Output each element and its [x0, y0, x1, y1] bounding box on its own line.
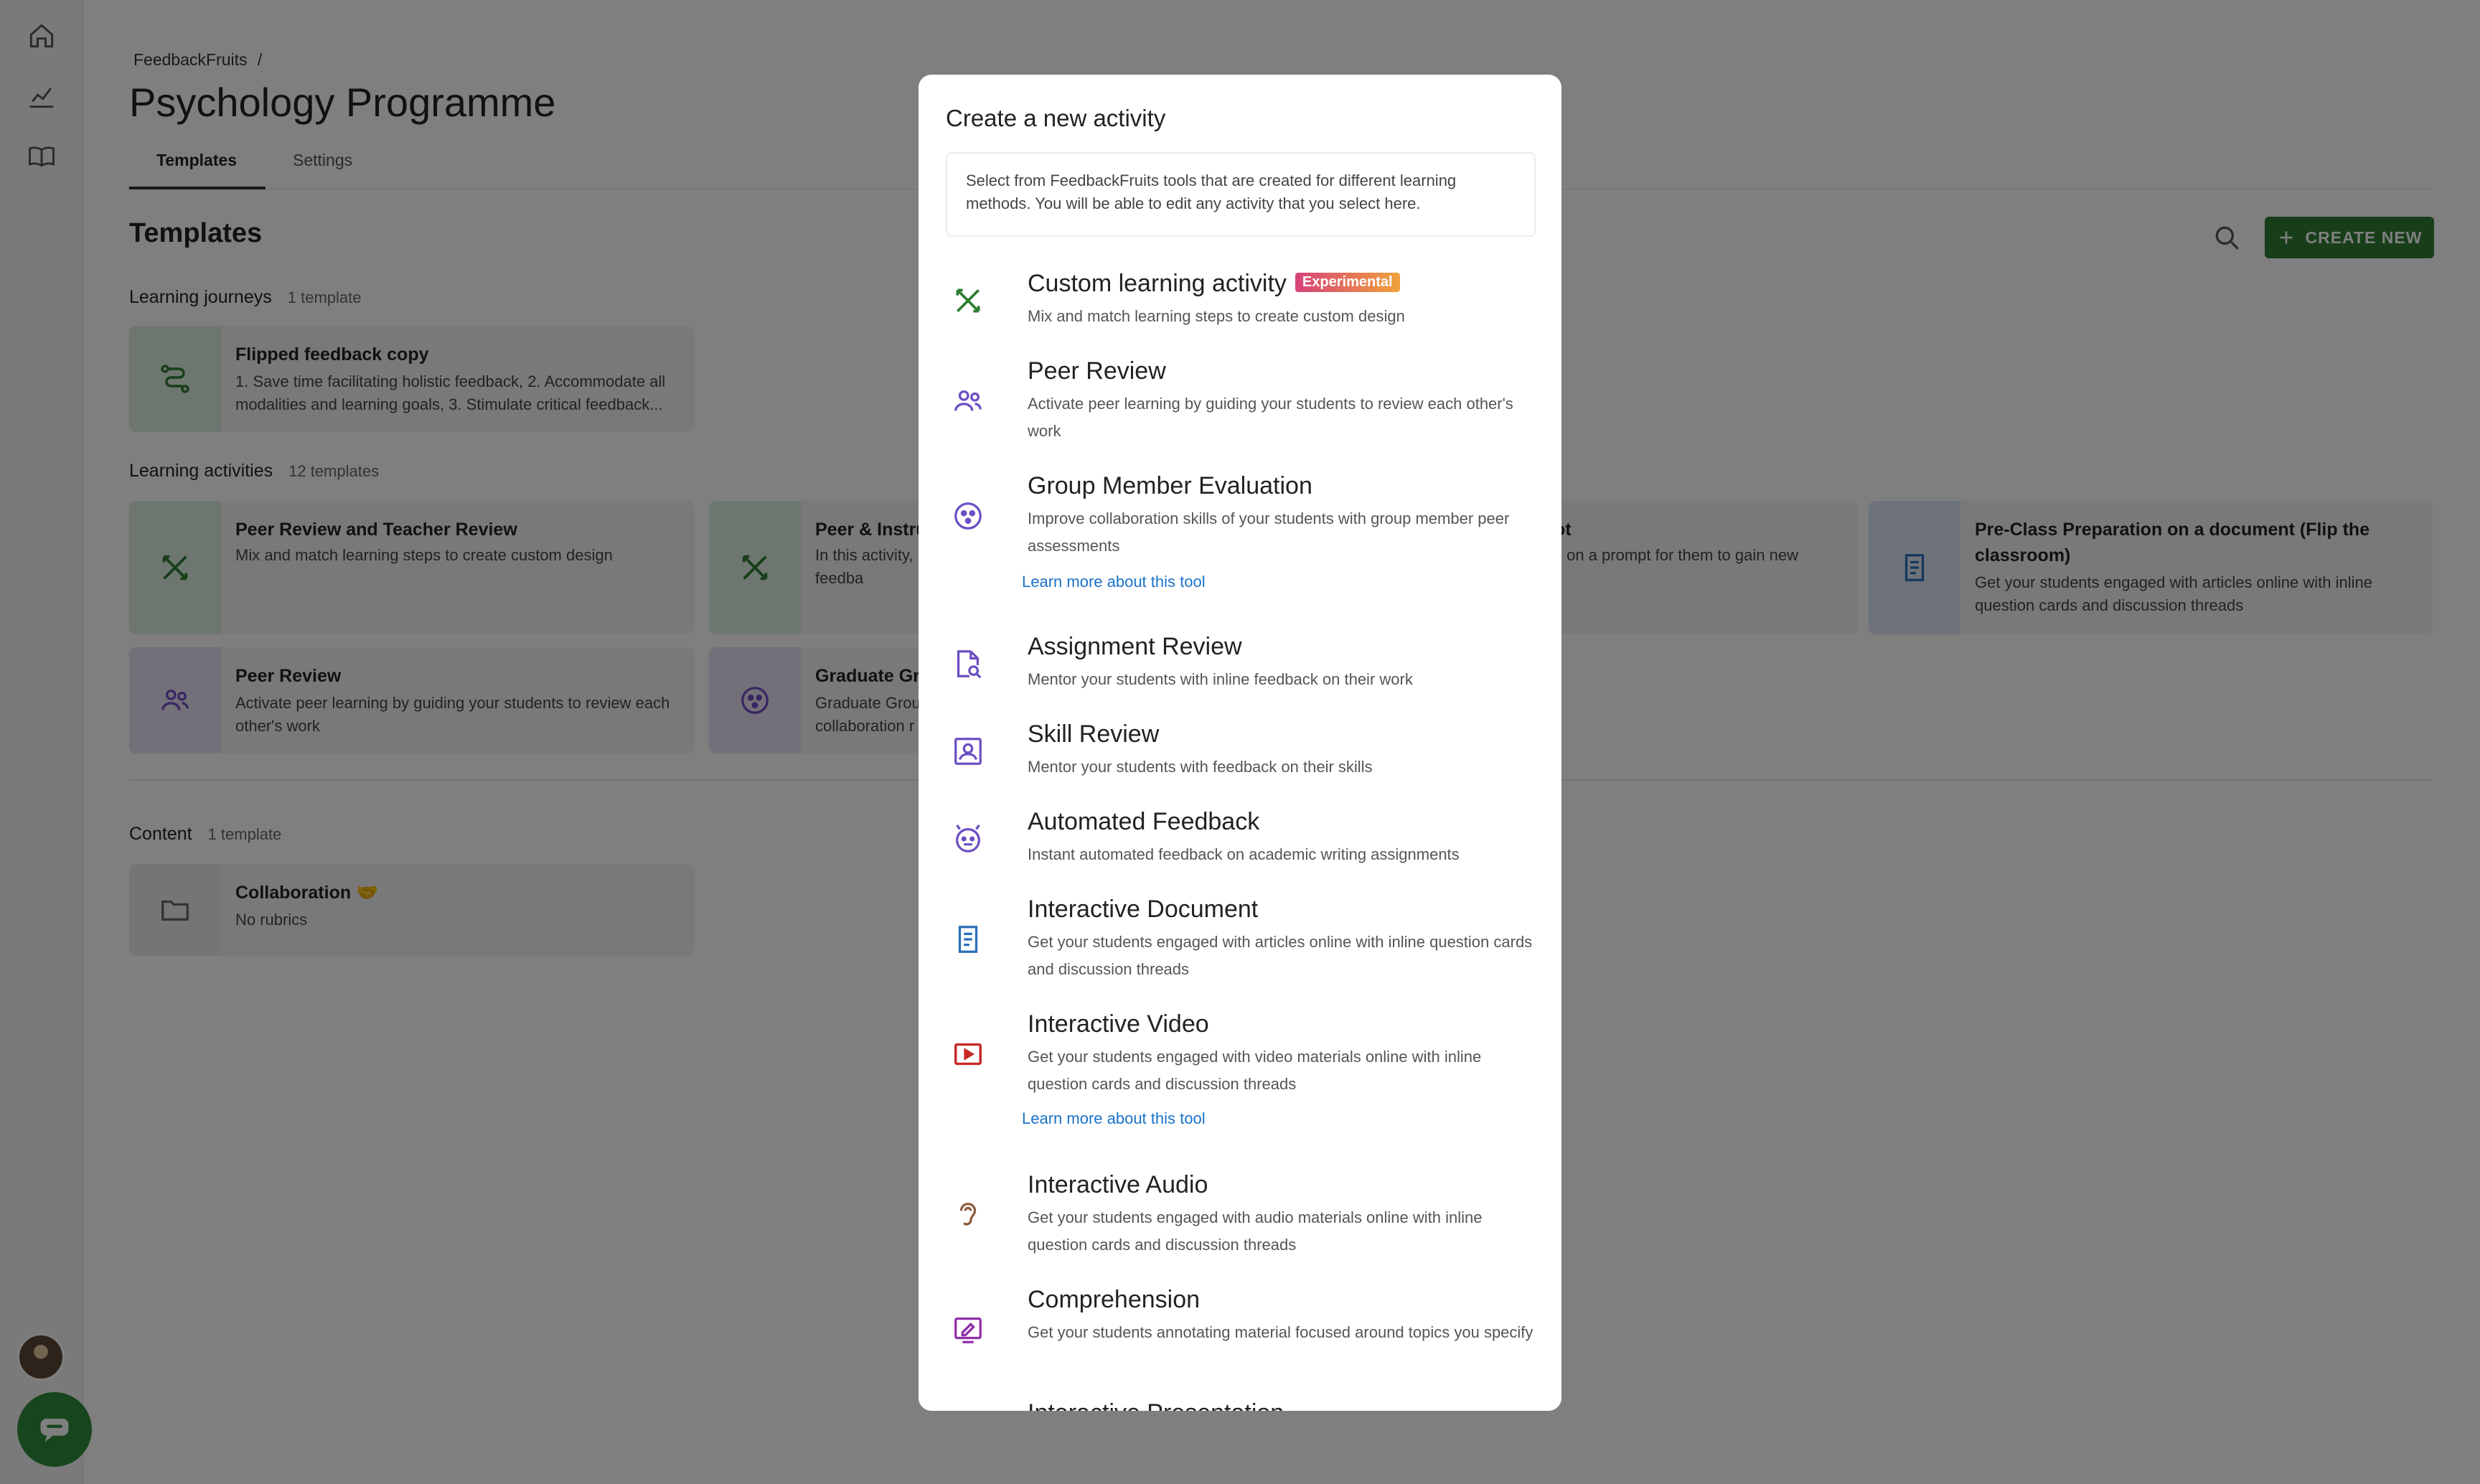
tool-automated-feedback[interactable]: Automated Feedback Instant automated fee…	[944, 808, 1540, 873]
tool-description: Improve collaboration skills of your stu…	[1028, 509, 1510, 555]
tool-description: Mentor your students with inline feedbac…	[1028, 670, 1413, 688]
learn-more-link[interactable]: Learn more about this tool	[1022, 1109, 1206, 1128]
dialog-title: Create a new activity	[946, 105, 1166, 131]
tool-custom-learning-activity[interactable]: Custom learning activity Experimental Mix…	[944, 270, 1540, 334]
automated-feedback-icon	[944, 815, 992, 863]
tool-interactive-presentation[interactable]: Interactive Presentation	[944, 1399, 1540, 1411]
tool-description: Activate peer learning by guiding your s…	[1028, 395, 1513, 440]
dialog-intro: Select from FeedbackFruits tools that ar…	[946, 152, 1536, 237]
tool-description: Mix and match learning steps to create c…	[1028, 307, 1405, 325]
tool-name: Comprehension	[1028, 1286, 1201, 1313]
tool-description: Get your students engaged with video mat…	[1028, 1048, 1482, 1093]
tool-name: Interactive Audio	[1028, 1171, 1208, 1198]
experimental-badge: Experimental	[1295, 272, 1400, 292]
document-icon	[944, 916, 992, 963]
tool-interactive-audio[interactable]: Interactive Audio Get your students enga…	[944, 1171, 1540, 1264]
tool-name: Skill Review	[1028, 720, 1160, 748]
tool-comprehension[interactable]: Comprehension Get your students annotati…	[944, 1286, 1540, 1379]
create-activity-dialog: Create a new activity Select from Feedba…	[919, 75, 1561, 1411]
tool-assignment-review[interactable]: Assignment Review Mentor your students w…	[944, 633, 1540, 698]
group-evaluation-icon	[944, 492, 992, 540]
tool-name: Interactive Document	[1028, 896, 1259, 923]
video-icon	[944, 1030, 992, 1078]
tool-skill-review[interactable]: Skill Review Mentor your students with f…	[944, 720, 1540, 785]
custom-activity-icon	[944, 277, 992, 324]
tool-name: Custom learning activity	[1028, 270, 1287, 297]
tool-name: Peer Review	[1028, 357, 1166, 385]
tool-name: Automated Feedback	[1028, 808, 1260, 835]
learn-more-link[interactable]: Learn more about this tool	[1022, 573, 1206, 591]
assignment-review-icon	[944, 640, 992, 687]
tool-name-wrap: Custom learning activity Experimental	[1028, 270, 1400, 298]
tool-description: Mentor your students with feedback on th…	[1028, 758, 1373, 776]
tool-description: Get your students engaged with audio mat…	[1028, 1208, 1483, 1254]
tool-group-member-evaluation[interactable]: Group Member Evaluation Improve collabor…	[944, 472, 1540, 565]
ear-icon	[944, 1191, 992, 1239]
skill-review-icon	[944, 728, 992, 775]
tool-description: Get your students annotating material fo…	[1028, 1323, 1533, 1341]
tool-name: Interactive Video	[1028, 1010, 1209, 1038]
tool-peer-review[interactable]: Peer Review Activate peer learning by gu…	[944, 357, 1540, 451]
comprehension-icon	[944, 1306, 992, 1353]
tool-name: Group Member Evaluation	[1028, 472, 1312, 499]
tool-name: Assignment Review	[1028, 633, 1242, 660]
tool-description: Instant automated feedback on academic w…	[1028, 845, 1460, 863]
tool-description: Get your students engaged with articles …	[1028, 933, 1533, 978]
tool-interactive-document[interactable]: Interactive Document Get your students e…	[944, 896, 1540, 989]
tool-interactive-video[interactable]: Interactive Video Get your students enga…	[944, 1010, 1540, 1104]
peer-review-icon	[944, 377, 992, 425]
tool-name: Interactive Presentation	[1028, 1399, 1284, 1411]
